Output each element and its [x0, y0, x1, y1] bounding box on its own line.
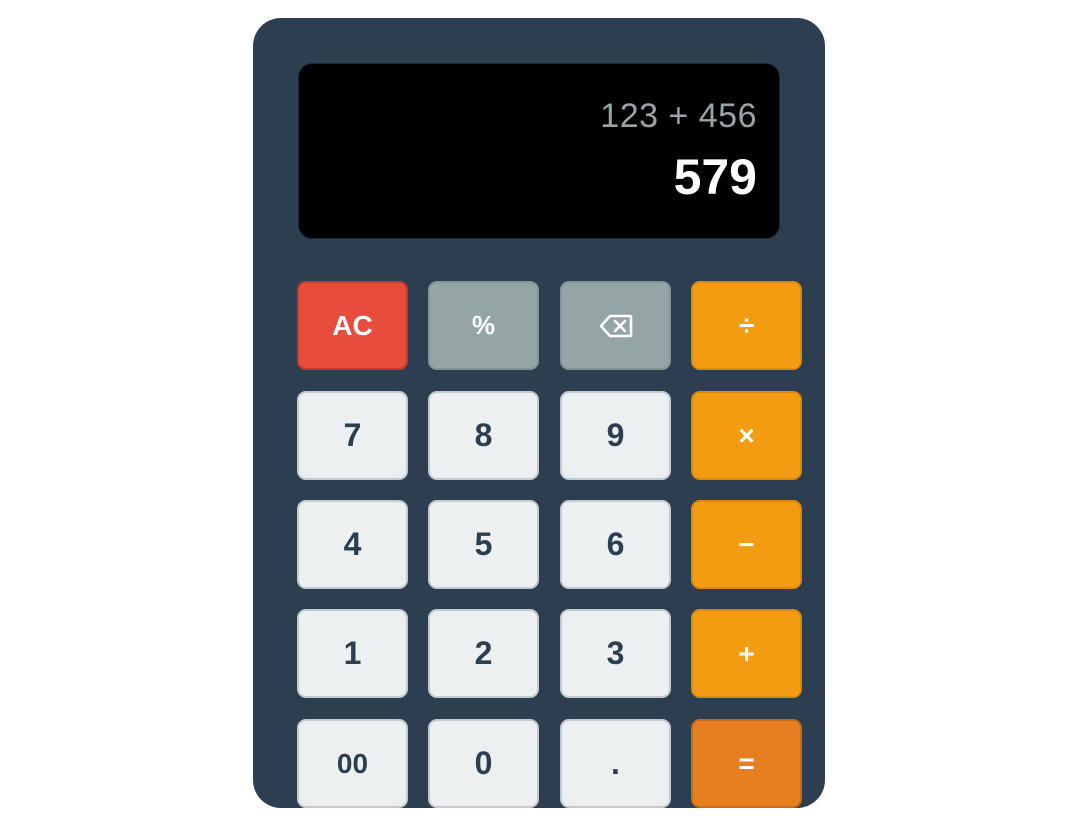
subtract-button[interactable]: −	[691, 500, 802, 589]
decimal-button[interactable]: .	[560, 719, 671, 808]
calculator: 123 + 456 579 AC % ÷ 7 8 9 × 4 5 6 − 1 2…	[253, 18, 825, 808]
backspace-icon	[599, 314, 633, 338]
backspace-button[interactable]	[560, 281, 671, 370]
expression-readout: 123 + 456	[600, 97, 757, 135]
digit-8-button[interactable]: 8	[428, 391, 539, 480]
digit-4-button[interactable]: 4	[297, 500, 408, 589]
digit-2-button[interactable]: 2	[428, 609, 539, 698]
digit-0-button[interactable]: 0	[428, 719, 539, 808]
digit-9-button[interactable]: 9	[560, 391, 671, 480]
digit-5-button[interactable]: 5	[428, 500, 539, 589]
digit-6-button[interactable]: 6	[560, 500, 671, 589]
multiply-button[interactable]: ×	[691, 391, 802, 480]
result-readout: 579	[673, 149, 757, 205]
divide-button[interactable]: ÷	[691, 281, 802, 370]
digit-7-button[interactable]: 7	[297, 391, 408, 480]
digit-1-button[interactable]: 1	[297, 609, 408, 698]
double-zero-button[interactable]: 00	[297, 719, 408, 808]
digit-3-button[interactable]: 3	[560, 609, 671, 698]
percent-button[interactable]: %	[428, 281, 539, 370]
clear-button[interactable]: AC	[297, 281, 408, 370]
add-button[interactable]: +	[691, 609, 802, 698]
equals-button[interactable]: =	[691, 719, 802, 808]
display: 123 + 456 579	[298, 63, 780, 239]
